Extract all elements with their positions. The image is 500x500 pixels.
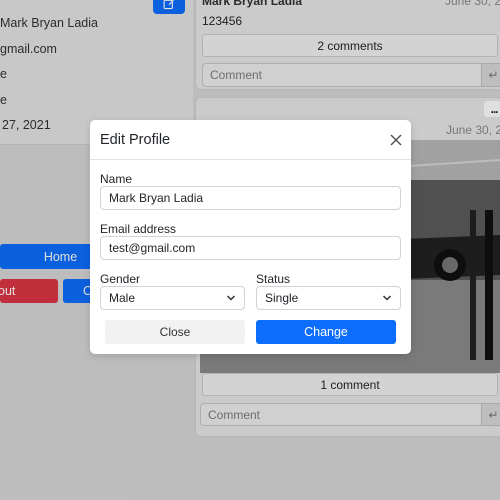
change-button[interactable]: Change (256, 320, 396, 344)
change-button-label: Change (304, 325, 348, 339)
status-value: Single (265, 291, 299, 305)
email-label: Email address (100, 222, 177, 236)
chevron-down-icon (226, 295, 236, 301)
gender-select[interactable]: Male (100, 286, 245, 310)
chevron-down-icon (382, 295, 392, 301)
status-select[interactable]: Single (256, 286, 401, 310)
name-value: Mark Bryan Ladia (109, 191, 204, 205)
email-input[interactable]: test@gmail.com (100, 236, 401, 260)
modal-title: Edit Profile (100, 132, 171, 148)
close-icon (390, 134, 402, 146)
edit-profile-modal: Edit Profile Name Mark Bryan Ladia Email… (90, 120, 411, 354)
email-value: test@gmail.com (109, 241, 196, 255)
close-button[interactable]: Close (105, 320, 245, 344)
close-button-label: Close (159, 325, 191, 339)
status-label: Status (256, 272, 291, 286)
gender-value: Male (109, 291, 136, 305)
gender-label: Gender (100, 272, 141, 286)
name-input[interactable]: Mark Bryan Ladia (100, 186, 401, 210)
name-label: Name (100, 172, 133, 186)
modal-header: Edit Profile (90, 120, 411, 160)
close-modal-button[interactable] (388, 132, 404, 148)
